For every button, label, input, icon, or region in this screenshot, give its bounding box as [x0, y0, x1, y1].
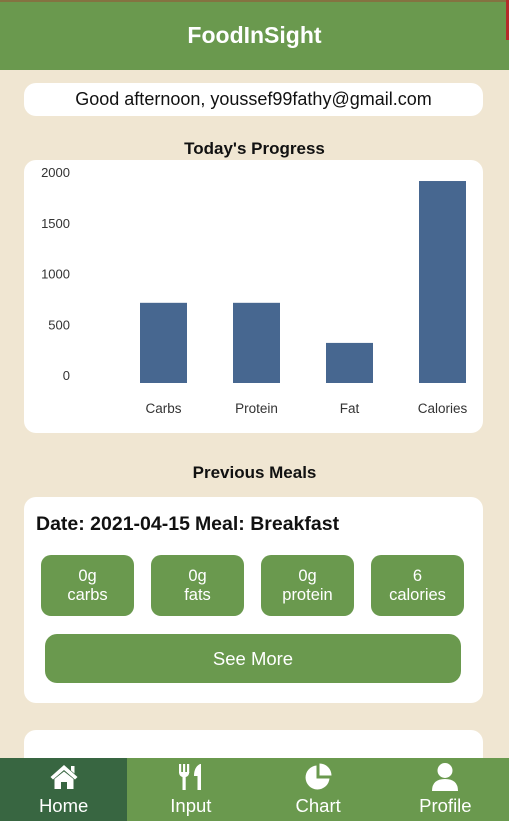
- tab-home[interactable]: Home: [0, 758, 128, 821]
- y-tick-label: 2000: [41, 165, 70, 180]
- x-tick-label: Protein: [235, 401, 278, 416]
- x-tick-label: Carbs: [145, 401, 181, 416]
- greeting-banner: Good afternoon, youssef99fathy@gmail.com: [24, 83, 483, 116]
- app-header: FoodInSight: [0, 0, 509, 70]
- bottom-tab-bar: Home Input Chart Profile: [0, 758, 509, 821]
- protein-pill: 0g protein: [261, 555, 354, 616]
- fats-label: fats: [184, 585, 211, 604]
- meal-date: Date: 2021-04-15: [36, 513, 190, 535]
- carbs-value: 0g: [78, 566, 97, 585]
- tab-profile[interactable]: Profile: [382, 758, 509, 821]
- pie-chart-icon: [301, 761, 335, 793]
- fats-value: 0g: [188, 566, 207, 585]
- tab-chart[interactable]: Chart: [255, 758, 382, 821]
- fats-pill: 0g fats: [151, 555, 244, 616]
- y-tick-label: 1000: [41, 267, 70, 282]
- y-tick-label: 0: [63, 368, 70, 383]
- fork-knife-icon: [174, 761, 208, 793]
- home-icon: [47, 761, 81, 793]
- tab-chart-label: Chart: [295, 795, 341, 816]
- bar-fat: [326, 342, 373, 383]
- meal-type: Meal: Breakfast: [194, 513, 340, 535]
- carbs-label: carbs: [67, 585, 108, 604]
- see-more-button[interactable]: See More: [45, 634, 461, 683]
- protein-label: protein: [282, 585, 333, 604]
- bar-carbs: [140, 302, 187, 383]
- meal-card: Date: 2021-04-15 Meal: Breakfast 0g carbs…: [24, 497, 483, 703]
- previous-meals-title: Previous Meals: [192, 463, 317, 482]
- bar-calories: [419, 181, 466, 383]
- bar-protein: [233, 302, 280, 383]
- y-tick-label: 1500: [41, 216, 70, 231]
- progress-title: Today's Progress: [184, 139, 325, 158]
- meal-title: Date: 2021-04-15 Meal: Breakfast: [36, 513, 344, 536]
- y-tick-label: 500: [48, 317, 70, 332]
- progress-chart: 0 500 1000 1500 2000 Carbs Protein Fat Calories: [24, 160, 483, 433]
- calories-pill: 6 calories: [371, 555, 464, 616]
- tab-input[interactable]: Input: [127, 758, 254, 821]
- tab-home-label: Home: [38, 795, 89, 816]
- x-tick-label: Calories: [418, 401, 468, 416]
- tab-profile-label: Profile: [419, 795, 472, 816]
- app-title: FoodInSight: [187, 21, 322, 48]
- user-icon: [428, 761, 462, 793]
- progress-chart-svg: 0 500 1000 1500 2000 Carbs Protein Fat Calories: [41, 165, 468, 416]
- x-tick-label: Fat: [340, 401, 360, 416]
- calories-value: 6: [412, 566, 423, 585]
- window-edge-top: [0, 0, 509, 2]
- carbs-pill: 0g carbs: [41, 555, 134, 616]
- tab-input-label: Input: [170, 795, 212, 816]
- calories-label: calories: [389, 585, 446, 604]
- protein-value: 0g: [298, 566, 317, 585]
